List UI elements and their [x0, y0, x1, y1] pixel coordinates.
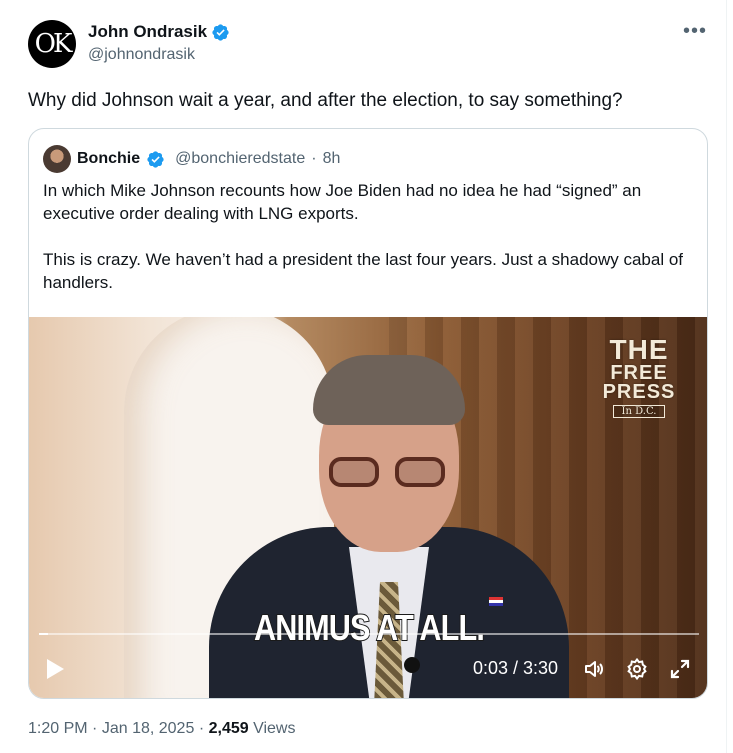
settings-icon[interactable]	[625, 657, 649, 681]
video-player[interactable]: THE FREE PRESS In D.C. ANIMUS AT ALL. 0:…	[29, 317, 707, 698]
video-time-display: 0:03 / 3:30	[473, 658, 559, 678]
video-caption: ANIMUS AT ALL.	[253, 606, 486, 649]
separator-dot: ·	[92, 720, 102, 737]
glasses	[329, 457, 449, 491]
quoted-paragraph-1: In which Mike Johnson recounts how Joe B…	[43, 181, 642, 223]
separator-dot: ·	[198, 720, 209, 737]
author-name-row: John Ondrasik	[88, 22, 230, 42]
author-block: John Ondrasik @johnondrasik	[88, 22, 230, 64]
fullscreen-icon[interactable]	[668, 657, 692, 681]
quoted-tweet-age[interactable]: 8h	[323, 150, 341, 168]
flag-pin	[489, 597, 503, 606]
quoted-author-avatar[interactable]	[43, 145, 71, 173]
views-count[interactable]: 2,459	[209, 720, 249, 737]
tweet-date[interactable]: Jan 18, 2025	[102, 720, 195, 737]
author-display-name[interactable]: John Ondrasik	[88, 22, 207, 42]
hair	[313, 355, 465, 425]
tweet-text: Why did Johnson wait a year, and after t…	[28, 90, 623, 111]
free-press-watermark-logo: THE FREE PRESS In D.C.	[599, 334, 679, 419]
tweet-card: OK John Ondrasik @johnondrasik ••• Why d…	[0, 0, 727, 753]
more-options-icon[interactable]: •••	[683, 20, 707, 43]
author-handle[interactable]: @johnondrasik	[88, 46, 230, 64]
video-progress-fill	[39, 633, 49, 635]
watermark-banner: In D.C.	[612, 404, 666, 419]
video-controls: 0:03 / 3:30	[29, 649, 707, 689]
quoted-tweet-text: In which Mike Johnson recounts how Joe B…	[43, 179, 703, 294]
separator-dot: ·	[311, 150, 317, 167]
volume-icon[interactable]	[582, 657, 606, 681]
verified-badge-icon	[147, 150, 164, 168]
views-label: Views	[253, 720, 296, 737]
quoted-author-handle[interactable]: @bonchieredstate	[175, 150, 305, 168]
watermark-line-3: PRESS	[602, 380, 676, 403]
author-avatar[interactable]: OK	[28, 20, 76, 68]
play-icon[interactable]	[47, 659, 64, 679]
watermark-line-2: FREE	[610, 361, 668, 384]
quoted-paragraph-2: This is crazy. We haven’t had a presiden…	[43, 250, 684, 292]
quoted-author-display-name[interactable]: Bonchie	[77, 150, 140, 168]
video-progress-bar[interactable]	[39, 633, 699, 635]
watermark-line-1: THE	[609, 334, 669, 365]
quoted-tweet[interactable]: Bonchie @bonchieredstate · 8h In which M…	[28, 128, 708, 699]
verified-badge-icon	[212, 23, 229, 41]
tweet-footer: 1:20 PM · Jan 18, 2025 · 2,459 Views	[28, 720, 295, 738]
tweet-time[interactable]: 1:20 PM	[28, 720, 88, 737]
quoted-tweet-header: Bonchie @bonchieredstate · 8h	[43, 145, 340, 173]
